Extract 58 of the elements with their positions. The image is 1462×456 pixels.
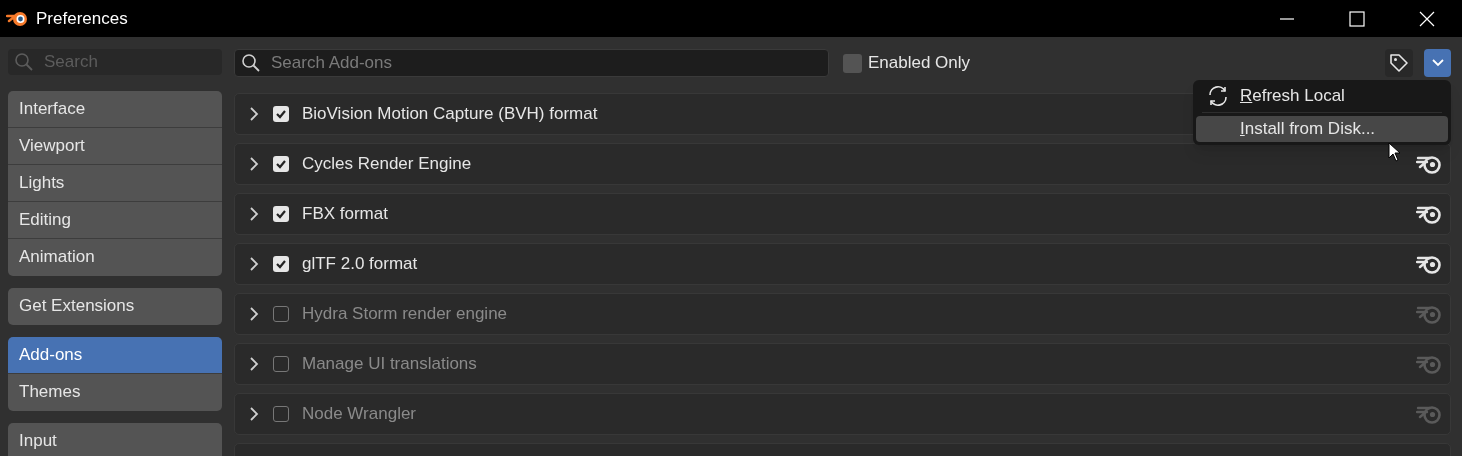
sidebar-item[interactable]: Input — [8, 422, 222, 456]
blender-logo-icon — [1416, 304, 1442, 324]
sidebar-item[interactable]: Interface — [8, 90, 222, 128]
refresh-icon — [1206, 85, 1230, 107]
window-title: Preferences — [36, 7, 128, 30]
sidebar-item[interactable]: Get Extensions — [8, 287, 222, 325]
sidebar-item[interactable]: Themes — [8, 373, 222, 411]
search-input[interactable]: Search Add-ons — [271, 50, 771, 76]
chevron-right-icon[interactable] — [249, 256, 259, 272]
chevron-right-icon[interactable] — [249, 306, 259, 322]
blender-logo-icon — [1416, 254, 1442, 274]
blender-logo-icon — [1416, 204, 1442, 224]
sidebar-item[interactable]: Add-ons — [8, 336, 222, 374]
chevron-right-icon[interactable] — [249, 106, 259, 122]
checkbox-label: Enabled Only — [868, 52, 971, 75]
addon-name: glTF 2.0 format — [302, 253, 418, 276]
addon-name: Cycles Render Engine — [302, 153, 472, 176]
addon-name: Manage UI translations — [302, 353, 477, 376]
tag-icon — [1389, 53, 1409, 73]
chevron-right-icon[interactable] — [249, 356, 259, 372]
menu-item[interactable]: Install from Disk... — [1196, 116, 1448, 142]
chevron-down-icon — [1430, 58, 1445, 68]
tag-button[interactable] — [1385, 49, 1413, 77]
sidebar-item[interactable]: Lights — [8, 164, 222, 202]
checkmark-icon — [275, 108, 287, 120]
checkmark-icon — [275, 158, 287, 170]
chevron-right-icon[interactable] — [249, 156, 259, 172]
checkbox[interactable] — [273, 306, 289, 322]
search-icon — [14, 51, 34, 72]
blender-logo-icon — [1416, 404, 1442, 424]
blender-logo-icon — [1416, 354, 1442, 374]
maximize-icon — [1349, 10, 1365, 27]
addon-name: BioVision Motion Capture (BVH) format — [302, 103, 598, 126]
dropdown-button[interactable] — [1424, 49, 1451, 77]
checkbox[interactable] — [273, 206, 289, 222]
mouse-cursor-icon — [1388, 142, 1402, 162]
addon-name: Hydra Storm render engine — [302, 303, 508, 326]
checkmark-icon — [275, 258, 287, 270]
addon-name: FBX format — [302, 203, 388, 226]
addon-name: Node Wrangler — [302, 403, 417, 426]
sidebar-item[interactable]: Animation — [8, 238, 222, 276]
blender-logo-icon — [1416, 154, 1442, 174]
checkbox[interactable] — [273, 156, 289, 172]
menu-item[interactable]: Refresh Local — [1196, 83, 1448, 109]
checkmark-icon — [275, 208, 287, 220]
checkbox[interactable] — [273, 356, 289, 372]
close-icon — [1419, 10, 1435, 27]
chevron-right-icon[interactable] — [249, 206, 259, 222]
sidebar-item[interactable]: Viewport — [8, 127, 222, 165]
checkbox[interactable] — [843, 53, 862, 73]
sidebar-item[interactable]: Editing — [8, 201, 222, 239]
minimize-icon — [1279, 17, 1295, 20]
checkbox[interactable] — [273, 256, 289, 272]
search-icon — [241, 53, 261, 73]
chevron-right-icon[interactable] — [249, 406, 259, 422]
checkbox[interactable] — [273, 106, 289, 122]
checkbox[interactable] — [273, 406, 289, 422]
search-field[interactable]: Search Add-ons — [234, 49, 829, 77]
